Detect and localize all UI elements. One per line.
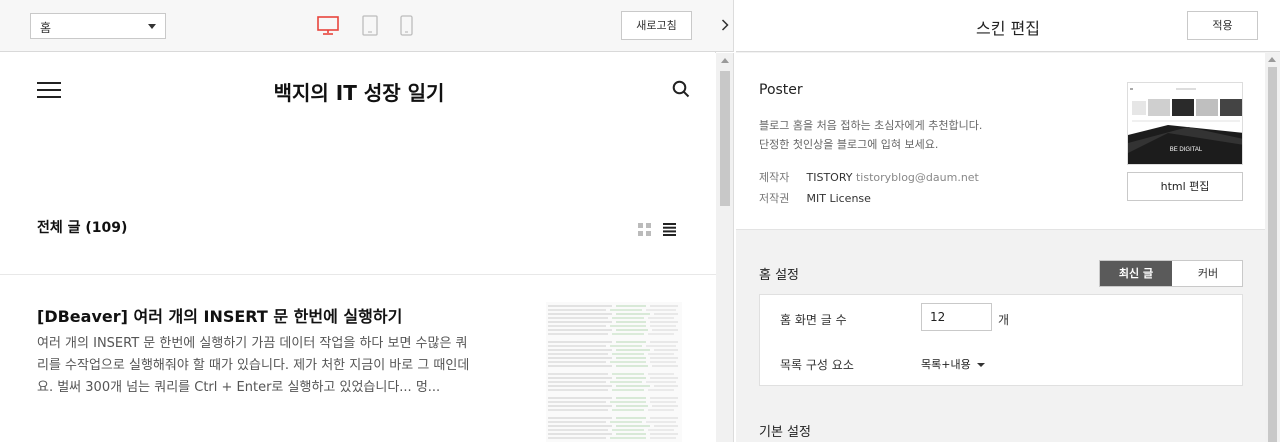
preview-scrollbar[interactable]	[716, 53, 734, 442]
license-row: 저작권 MIT License	[759, 190, 871, 206]
editor-scrollbar[interactable]	[1265, 53, 1280, 442]
html-edit-button[interactable]: html 편집	[1127, 172, 1243, 201]
skin-preview-image: BE DIGITAL	[1127, 82, 1243, 165]
scrollbar-thumb[interactable]	[720, 71, 730, 206]
license-key: 저작권	[759, 192, 790, 205]
caret-down-icon	[976, 363, 985, 367]
apply-button[interactable]: 적용	[1187, 11, 1258, 40]
maker-row: 제작자 TISTORY tistoryblog@daum.net	[759, 169, 979, 185]
tablet-icon[interactable]	[362, 15, 378, 40]
home-type-toggle: 최신 글 커버	[1099, 260, 1243, 287]
desktop-icon[interactable]	[317, 16, 339, 39]
scroll-up-icon[interactable]	[721, 58, 729, 63]
collapse-panel-button[interactable]	[716, 0, 734, 52]
scroll-up-icon[interactable]	[1268, 57, 1276, 62]
skin-editor-panel: 스킨 편집 적용 Poster 블로그 홈을 처음 접하는 초심자에게 추천합니…	[736, 0, 1280, 442]
home-settings-label: 홈 설정	[759, 268, 800, 283]
maker-key: 제작자	[759, 171, 790, 184]
search-icon[interactable]	[672, 80, 690, 102]
mobile-icon[interactable]	[400, 15, 413, 40]
home-settings-box: 홈 화면 글 수 12 개 목록 구성 요소 목록+내용	[759, 294, 1243, 386]
blog-title[interactable]: 백지의 IT 성장 일기	[0, 77, 716, 106]
toggle-cover[interactable]: 커버	[1172, 261, 1244, 286]
skin-description-line: 블로그 홈을 처음 접하는 초심자에게 추천합니다.	[759, 119, 983, 132]
post-count-input[interactable]: 12	[921, 303, 992, 331]
post-count-label: 홈 화면 글 수	[780, 313, 847, 327]
caret-down-icon	[148, 24, 156, 29]
list-elements-select[interactable]: 목록+내용	[921, 356, 985, 372]
skin-description-line: 단정한 첫인상을 블로그에 입혀 보세요.	[759, 138, 939, 151]
post-excerpt[interactable]: 여러 개의 INSERT 문 한번에 실행하기 가끔 데이터 작업을 하다 보면…	[37, 333, 477, 399]
post-count-unit: 개	[998, 313, 1010, 327]
page-select[interactable]: 홈	[30, 13, 166, 39]
skin-info-card: Poster 블로그 홈을 처음 접하는 초심자에게 추천합니다. 단정한 첫인…	[736, 53, 1265, 230]
preview-toolbar: 홈 새로고침	[0, 0, 716, 52]
maker-value: TISTORY	[806, 171, 853, 184]
maker-email: tistoryblog@daum.net	[855, 171, 979, 184]
post-thumbnail[interactable]	[546, 302, 682, 442]
license-value: MIT License	[806, 192, 871, 205]
list-elements-label: 목록 구성 요소	[780, 358, 854, 372]
skin-name: Poster	[759, 82, 803, 98]
list-view-icon[interactable]	[663, 221, 676, 240]
toggle-latest-posts[interactable]: 최신 글	[1100, 261, 1172, 286]
post-count: 전체 글 (109)	[37, 220, 128, 236]
grid-view-icon[interactable]	[638, 221, 651, 240]
refresh-button[interactable]: 새로고침	[621, 11, 692, 40]
skin-thumb-caption: BE DIGITAL	[1170, 147, 1203, 153]
page-select-value: 홈	[40, 21, 52, 35]
post-title[interactable]: [DBeaver] 여러 개의 INSERT 문 한번에 실행하기	[37, 303, 402, 327]
chevron-right-icon	[721, 19, 729, 31]
blog-preview: 백지의 IT 성장 일기 전체 글 (109) [DBeaver] 여러 개의 …	[0, 53, 716, 442]
divider	[0, 274, 716, 275]
scrollbar-thumb[interactable]	[1268, 67, 1277, 442]
basic-settings-label: 기본 설정	[759, 425, 811, 440]
editor-header: 스킨 편집 적용	[736, 0, 1280, 52]
skin-description: 블로그 홈을 처음 접하는 초심자에게 추천합니다. 단정한 첫인상을 블로그에…	[759, 116, 982, 154]
preview-pane: 홈 새로고침 백지의 IT 성장 일기 전체 글 (109) [DBeaver]…	[0, 0, 716, 442]
list-elements-value: 목록+내용	[921, 358, 971, 371]
